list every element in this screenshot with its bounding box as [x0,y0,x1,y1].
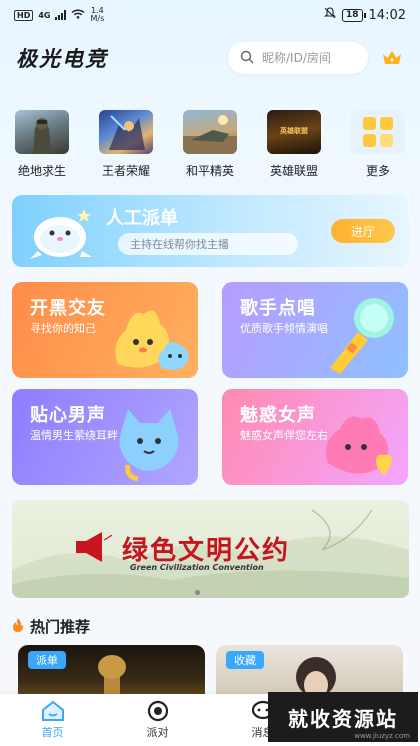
watermark-url: www.jiuzyz.com [354,732,410,740]
flame-icon [12,617,24,636]
tab-label: 首页 [41,726,64,739]
card-title: 贴心男声 [30,405,106,426]
tab-party[interactable]: 派对 [128,700,188,740]
league-of-legends-thumbnail: 英雄联盟 [267,110,321,154]
game-label: 英雄联盟 [269,164,318,178]
party-icon [147,700,168,722]
dispatch-subtitle: 主持在线帮你找主播 [118,233,298,255]
home-icon [41,700,64,721]
more-grid-icon [351,110,405,154]
tab-home[interactable]: 首页 [23,700,83,740]
carousel-dot [204,590,209,595]
carousel-indicator [195,590,218,595]
game-label: 绝地求生 [17,164,66,178]
game-honor-of-kings[interactable]: 王者荣耀 [96,110,156,179]
microphone-icon [330,298,394,374]
card-title: 开黑交友 [30,298,106,319]
blob-heart-mascot-icon [325,416,392,475]
peacekeeper-elite-thumbnail [183,110,237,154]
watermark-text: 就收资源站 [288,706,398,731]
app-header: 极光电竞 [0,40,420,76]
blob-mascots-icon [115,310,189,370]
game-label: 更多 [365,164,390,178]
enter-hall-button[interactable]: 进厅 [331,219,395,243]
pubg-thumbnail [15,110,69,154]
hd-indicator: HD [14,9,34,21]
app-logo: 极光电竞 [16,47,108,71]
game-category-row: 绝地求生 王者荣耀 和平精英 英雄联盟 英雄联盟 更多 [0,110,420,179]
search-box[interactable] [228,42,368,74]
card-title: 魅惑女声 [240,405,316,426]
room-tag: 收藏 [226,651,264,669]
card-title: 歌手点唱 [240,298,316,319]
hot-section-header: 热门推荐 [12,616,90,637]
game-label: 王者荣耀 [101,164,150,178]
card-subtitle: 温情男生萦绕耳畔 [30,429,118,442]
crown-icon[interactable] [380,46,404,70]
battery-indicator: 18 [342,8,366,22]
banner-title: 绿色文明公约 [122,536,291,566]
honor-of-kings-thumbnail [99,110,153,154]
card-subtitle: 寻找你的知己 [30,322,96,335]
carousel-dot-active [195,590,200,595]
network-speed: 1.4 M/s [90,7,104,23]
dispatch-title: 人工派单 [106,208,178,229]
category-card-singer[interactable]: 歌手点唱 优质歌手倾情演唱 [222,282,408,378]
speed-unit: M/s [90,14,105,23]
speaker-icon [76,532,112,562]
card-subtitle: 优质歌手倾情演唱 [240,322,328,335]
wifi-icon [71,8,85,22]
clock: 14:02 [368,7,406,23]
network-indicator: 4G [38,10,51,20]
search-icon [240,49,254,68]
card-subtitle: 魅惑女声伴您左右 [240,429,328,442]
game-league-of-legends[interactable]: 英雄联盟 英雄联盟 [264,110,324,179]
battery-level: 18 [346,10,359,20]
cat-mascot-icon [119,409,179,481]
game-more[interactable]: 更多 [348,110,408,179]
watermark-overlay: 就收资源站 www.jiuzyz.com [268,692,418,742]
search-input[interactable] [262,51,352,65]
promo-banner[interactable]: 绿色文明公约 Green Civilization Convention [12,500,409,598]
category-card-team-up[interactable]: 开黑交友 寻找你的知己 [12,282,198,378]
carousel-dot [213,590,218,595]
banner-subtitle: Green Civilization Convention [130,563,264,572]
seal-mascot-icon [30,209,92,259]
game-peacekeeper-elite[interactable]: 和平精英 [180,110,240,179]
signal-icon [55,10,67,20]
mute-icon [323,7,337,23]
game-pubg[interactable]: 绝地求生 [12,110,72,179]
lol-thumbnail-text: 英雄联盟 [280,127,308,135]
category-card-female-voice[interactable]: 魅惑女声 魅惑女声伴您左右 [222,389,408,485]
tab-label: 派对 [146,726,169,739]
category-card-male-voice[interactable]: 贴心男声 温情男生萦绕耳畔 [12,389,198,485]
game-label: 和平精英 [185,164,234,178]
hot-section-title: 热门推荐 [30,618,91,636]
manual-dispatch-banner[interactable]: 人工派单 主持在线帮你找主播 进厅 [12,195,409,267]
status-bar: HD 4G 1.4 M/s 18 14:02 [0,0,420,30]
